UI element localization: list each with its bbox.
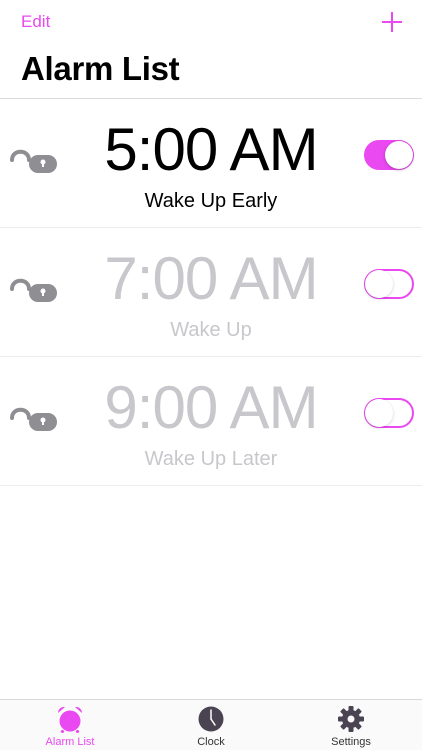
alarm-list: 5:00 AM Wake Up Early 7:00 AM Wake Up 9:… — [0, 99, 422, 486]
alarm-time: 7:00 AM — [104, 245, 318, 312]
alarm-label: Wake Up Early — [144, 190, 278, 212]
tab-label: Settings — [331, 736, 371, 748]
page-title: Alarm List — [21, 50, 180, 87]
add-alarm-button[interactable] — [380, 10, 404, 34]
alarm-row[interactable]: 5:00 AM Wake Up Early — [0, 99, 422, 228]
tab-label: Clock — [197, 736, 225, 748]
tab-clock[interactable]: Clock — [141, 700, 281, 751]
alarm-label: Wake Up — [170, 319, 252, 341]
toggle-knob — [365, 399, 393, 427]
clock-icon — [198, 706, 224, 732]
unlocked-padlock-icon — [10, 407, 57, 431]
tab-settings[interactable]: Settings — [281, 700, 421, 751]
alarm-row[interactable]: 9:00 AM Wake Up Later — [0, 357, 422, 486]
gear-icon — [338, 706, 364, 732]
alarm-clock-icon — [57, 706, 83, 733]
plus-icon — [382, 12, 402, 32]
alarm-time: 9:00 AM — [104, 374, 318, 441]
tab-alarm-list[interactable]: Alarm List — [0, 700, 140, 751]
tab-label: Alarm List — [45, 736, 95, 748]
navigation-bar: Edit Alarm List — [0, 0, 422, 100]
unlocked-padlock-icon — [10, 278, 57, 302]
toggle-knob — [365, 270, 393, 298]
tab-bar: Alarm List Clock Settings — [0, 699, 422, 750]
toggle-knob — [385, 141, 413, 169]
alarm-time: 5:00 AM — [104, 116, 318, 183]
alarm-toggle[interactable] — [364, 398, 414, 428]
alarm-toggle[interactable] — [364, 140, 414, 170]
unlocked-padlock-icon — [10, 149, 57, 173]
edit-button[interactable]: Edit — [21, 12, 50, 32]
alarm-label: Wake Up Later — [144, 448, 278, 470]
alarm-row[interactable]: 7:00 AM Wake Up — [0, 228, 422, 357]
alarm-toggle[interactable] — [364, 269, 414, 299]
